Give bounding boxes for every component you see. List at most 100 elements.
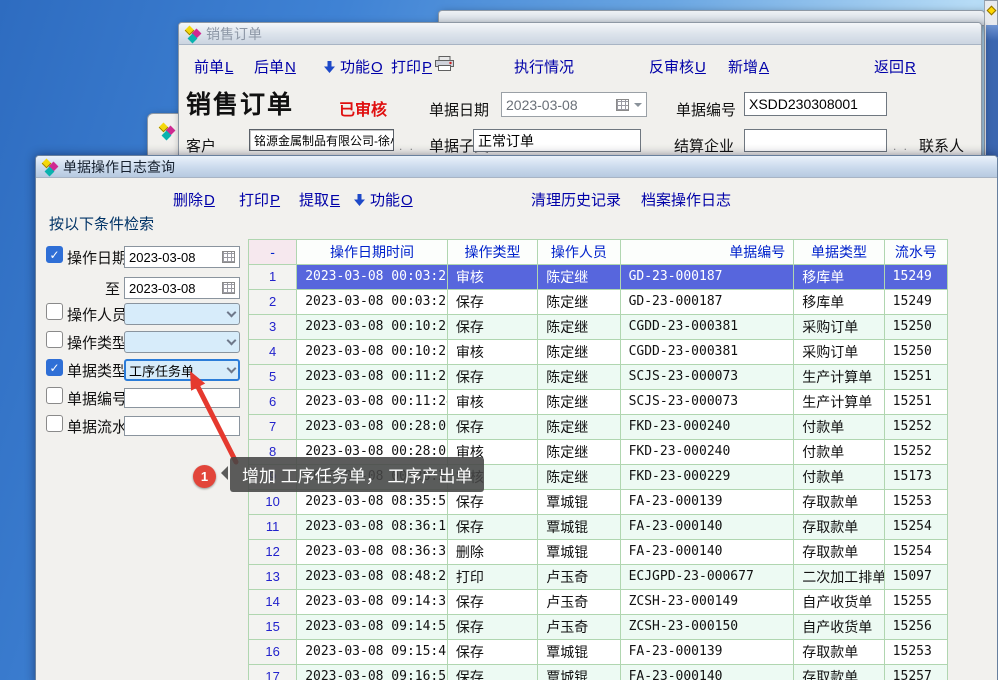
settle-field[interactable] [744,129,887,152]
filter-bill-serial-input[interactable] [124,416,240,436]
dialog-toolbar-func-button[interactable]: 功能O [353,189,413,210]
filter-bill-type-checkbox[interactable]: ✓ [46,359,63,376]
table-row[interactable]: 102023-03-08 08:35:50保存覃城锟FA-23-000139存取… [249,490,948,515]
cell-0: 17 [249,665,297,680]
filter-to-date-input[interactable]: 2023-03-08 [124,277,240,299]
table-row[interactable]: 152023-03-08 09:14:58保存卢玉奇ZCSH-23-000150… [249,615,948,640]
calendar-icon[interactable] [616,99,629,111]
chevron-down-icon[interactable] [227,335,237,345]
filter-bill-no-input[interactable] [124,388,240,408]
table-row[interactable]: 172023-03-08 09:16:57保存覃城锟FA-23-000140存取… [249,665,948,680]
sales-menu-func-button[interactable]: 功能O [323,56,383,77]
filter-op-date-checkbox[interactable]: ✓ [46,246,63,263]
dialog-toolbar-delete-mnemonic: D [204,192,215,209]
column-header-5: 单据类型 [794,240,884,265]
dialog-titlebar[interactable]: 单据操作日志查询 [36,156,997,178]
cell-6: 15249 [884,290,947,315]
bill-date-value: 2023-03-08 [506,97,578,113]
dialog-toolbar-print-button[interactable]: 打印P [239,189,280,210]
table-row[interactable]: 12023-03-08 00:03:26审核陈定继GD-23-000187移库单… [249,265,948,290]
dialog-toolbar-print-mnemonic: P [270,192,280,209]
cell-3: 陈定继 [538,340,620,365]
sales-menu-printer-icon[interactable] [435,56,458,73]
bill-no-field[interactable]: XSDD230308001 [744,92,887,116]
customer-field[interactable]: 铭源金属制品有限公司-徐小 [249,129,394,151]
sales-menu-prev-button[interactable]: 前单L [194,56,233,77]
sales-menu-print-mnemonic: P [422,59,432,76]
cell-6: 15251 [884,365,947,390]
table-row[interactable]: 122023-03-08 08:36:39删除覃城锟FA-23-000140存取… [249,540,948,565]
bill-date-field[interactable]: 2023-03-08 [501,92,647,117]
sales-menu-print-button[interactable]: 打印P [391,56,432,77]
dialog-toolbar-extract-button[interactable]: 提取E [299,189,340,210]
cell-2: 保存 [447,665,537,680]
table-header-row: -操作日期时间操作类型操作人员单据编号单据类型流水号 [249,240,948,265]
cell-4: FA-23-000140 [620,665,794,680]
dialog-toolbar-clear-history-button[interactable]: 清理历史记录 [531,189,621,210]
cell-5: 移库单 [794,290,884,315]
settle-more-button[interactable]: . . [893,139,909,153]
customer-more-button[interactable]: . . [399,139,415,153]
cell-2: 打印 [447,565,537,590]
subtype-value: 正常订单 [478,131,534,151]
sales-menu-return-button[interactable]: 返回R [874,56,916,77]
contact-label: 联系人 [919,135,964,156]
sales-menu-new-button[interactable]: 新增A [728,56,769,77]
calendar-icon[interactable] [222,251,235,263]
cell-6: 15253 [884,490,947,515]
table-row[interactable]: 162023-03-08 09:15:45保存覃城锟FA-23-000139存取… [249,640,948,665]
dialog-toolbar-clear-history-label: 清理历史记录 [531,192,621,209]
cell-2: 审核 [447,340,537,365]
sales-menu-exec-status-button[interactable]: 执行情况 [514,56,574,77]
filter-operator-input[interactable] [124,303,240,325]
table-row[interactable]: 112023-03-08 08:36:18保存覃城锟FA-23-000140存取… [249,515,948,540]
cell-4: CGDD-23-000381 [620,340,794,365]
background-window-right-edge [984,0,998,156]
table-row[interactable]: 142023-03-08 09:14:37保存卢玉奇ZCSH-23-000149… [249,590,948,615]
cell-3: 陈定继 [538,390,620,415]
cell-6: 15257 [884,665,947,680]
chevron-down-icon[interactable] [227,307,237,317]
filter-op-type-checkbox[interactable] [46,331,63,348]
cell-0: 15 [249,615,297,640]
dialog-toolbar-archive-log-button[interactable]: 档案操作日志 [641,189,731,210]
table-row[interactable]: 32023-03-08 00:10:20保存陈定继CGDD-23-000381采… [249,315,948,340]
cell-3: 覃城锟 [538,640,620,665]
column-header-1: 操作日期时间 [297,240,448,265]
dropdown-arrow-icon[interactable] [634,103,642,111]
dialog-toolbar-delete-button[interactable]: 删除D [173,189,215,210]
filter-operator-checkbox[interactable] [46,303,63,320]
chevron-down-icon[interactable] [227,363,237,373]
cell-6: 15249 [884,265,947,290]
filter-bill-no-checkbox[interactable] [46,387,63,404]
sales-menu-unaudit-label: 反审核 [649,59,694,76]
sales-window-titlebar[interactable]: 销售订单 [179,23,981,45]
table-row[interactable]: 62023-03-08 00:11:24审核陈定继SCJS-23-000073生… [249,390,948,415]
cell-3: 覃城锟 [538,540,620,565]
cell-4: FA-23-000139 [620,640,794,665]
cell-5: 付款单 [794,440,884,465]
cell-4: SCJS-23-000073 [620,365,794,390]
sales-menu-next-button[interactable]: 后单N [254,56,296,77]
calendar-icon[interactable] [222,282,235,294]
cell-1: 2023-03-08 00:10:20 [297,340,448,365]
sales-menu-unaudit-button[interactable]: 反审核U [649,56,706,77]
table-row[interactable]: 52023-03-08 00:11:23保存陈定继SCJS-23-000073生… [249,365,948,390]
window-diamond-icon [185,26,201,42]
cell-4: ZCSH-23-000149 [620,590,794,615]
table-row[interactable]: 22023-03-08 00:03:26保存陈定继GD-23-000187移库单… [249,290,948,315]
cell-1: 2023-03-08 00:11:24 [297,390,448,415]
filter-op-date-value: 2023-03-08 [129,250,196,265]
dialog-toolbar-func-label: 功能 [370,192,400,209]
filter-bill-type-input[interactable]: 工序任务单 [124,359,240,381]
table-row[interactable]: 72023-03-08 00:28:01保存陈定继FKD-23-000240付款… [249,415,948,440]
cell-2: 审核 [447,390,537,415]
filter-op-date-input[interactable]: 2023-03-08 [124,246,240,268]
filter-bill-serial-checkbox[interactable] [46,415,63,432]
filter-op-type-input[interactable] [124,331,240,353]
table-row[interactable]: 42023-03-08 00:10:20审核陈定继CGDD-23-000381采… [249,340,948,365]
subtype-field[interactable]: 正常订单 [473,129,641,152]
cell-2: 保存 [447,365,537,390]
table-row[interactable]: 132023-03-08 08:48:21打印卢玉奇ECJGPD-23-0006… [249,565,948,590]
cell-0: 1 [249,265,297,290]
